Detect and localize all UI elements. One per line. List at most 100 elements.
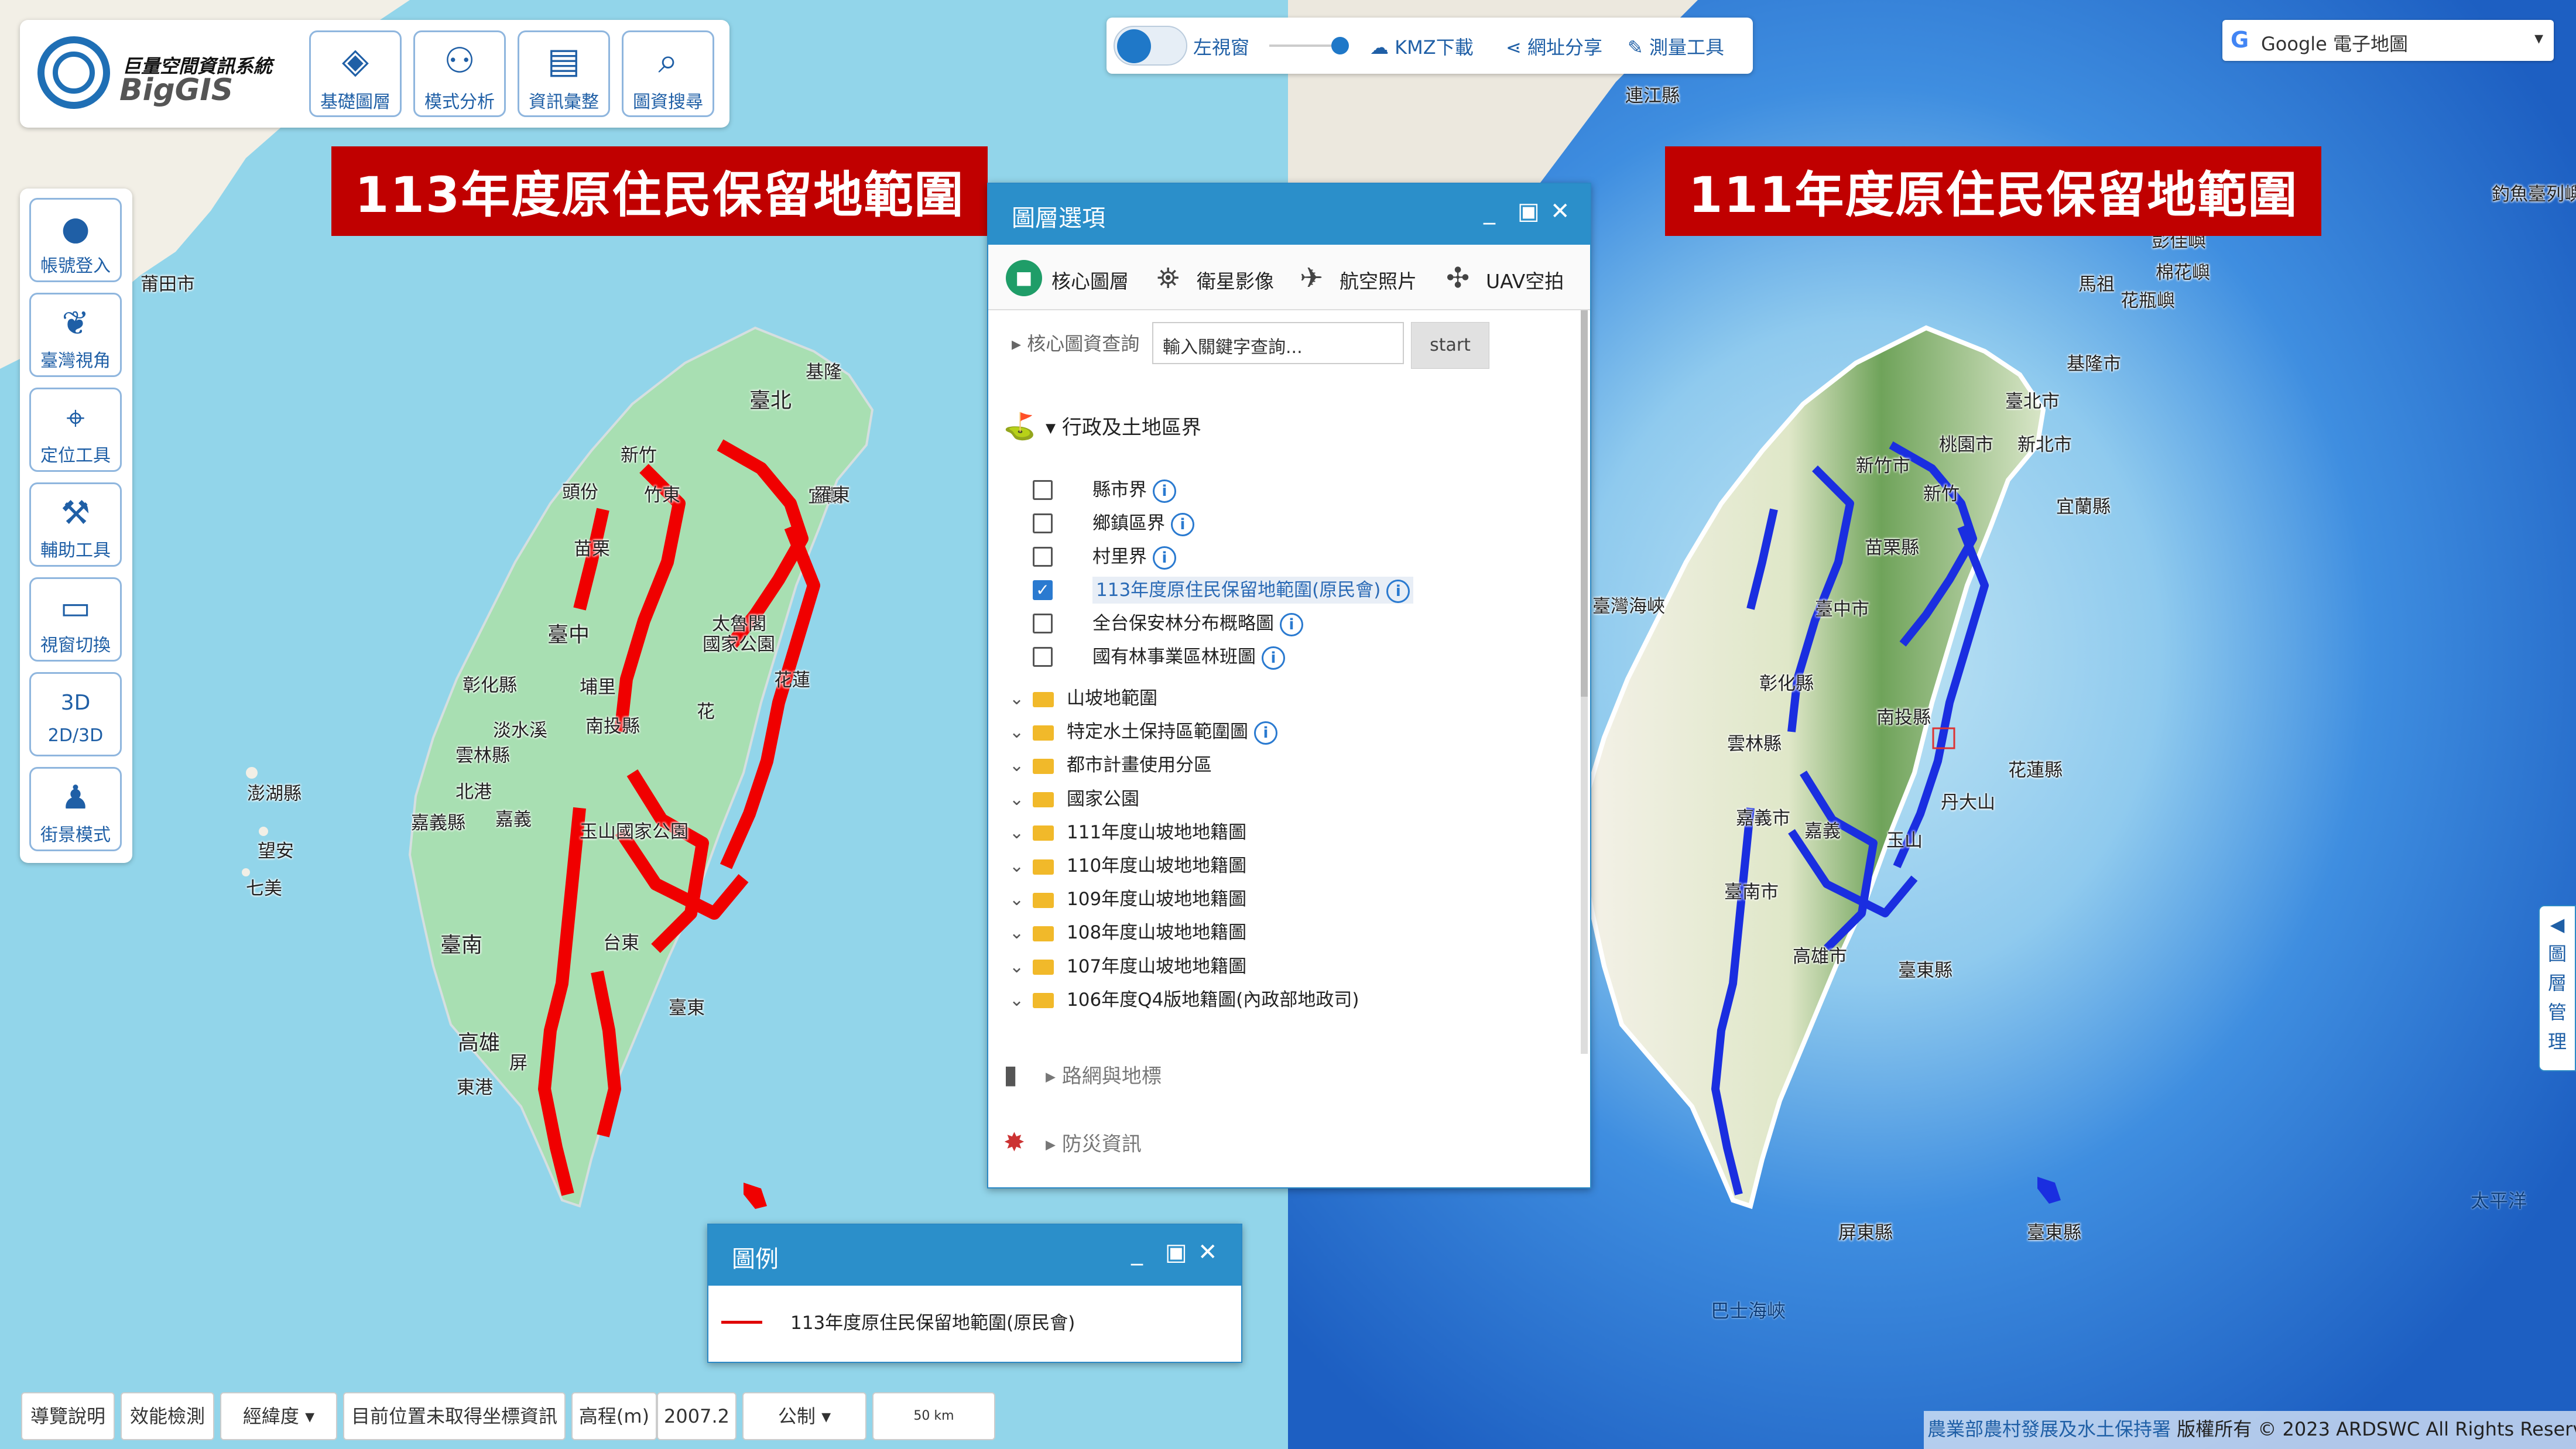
- left-window-toggle[interactable]: [1114, 26, 1187, 66]
- sidebar-item-streetview[interactable]: ♟ 街景模式: [29, 767, 122, 851]
- maximize-icon[interactable]: ▣: [1165, 1239, 1187, 1266]
- layer-item[interactable]: 縣市界 i: [1092, 477, 1176, 503]
- share-url-button[interactable]: ⋖ 網址分享: [1506, 33, 1602, 60]
- core-query-input[interactable]: 輸入關鍵字查詢...: [1152, 322, 1404, 364]
- map-place-label: 棉花嶼: [2156, 262, 2210, 283]
- chevron-down-icon: ⌄: [1009, 822, 1025, 843]
- legend-header[interactable]: 圖例 _ ▣ ✕: [708, 1225, 1241, 1286]
- section-disaster[interactable]: ✸ ▸ 防災資訊: [1003, 1128, 1142, 1163]
- tab-core-layers[interactable]: ◼ 核心圖層: [995, 245, 1142, 310]
- layer-checkbox[interactable]: [1033, 614, 1053, 633]
- search-icon: ⌕: [658, 40, 678, 81]
- opacity-slider[interactable]: [1269, 37, 1349, 54]
- document-icon: ▤: [547, 40, 581, 81]
- layer-item[interactable]: 村里界 i: [1092, 543, 1176, 570]
- layer-item[interactable]: 全台保安林分布概略圖 i: [1092, 610, 1303, 637]
- slider-handle[interactable]: [1331, 37, 1349, 54]
- folder-icon: [1033, 892, 1054, 908]
- map-place-label: 埔里: [580, 677, 616, 698]
- layer-checkbox[interactable]: ✓: [1033, 580, 1053, 600]
- layer-folder[interactable]: ⌄ 108年度山坡地地籍圖: [1009, 919, 1246, 946]
- map-place-label: 太平洋: [2471, 1190, 2527, 1212]
- layer-folder[interactable]: ⌄ 107年度山坡地地籍圖: [1009, 953, 1246, 980]
- layer-checkbox[interactable]: [1033, 547, 1053, 567]
- tab-uav[interactable]: ✣ UAV空拍: [1436, 245, 1582, 310]
- sidebar-item-taiwan-view[interactable]: ❦ 臺灣視角: [29, 293, 122, 377]
- tab-satellite[interactable]: ⛯ 衛星影像: [1146, 245, 1282, 310]
- section-admin-boundaries[interactable]: ⛳ ▾ 行政及土地區界: [1003, 411, 1201, 446]
- layer-folder[interactable]: ⌄ 111年度山坡地地籍圖: [1009, 819, 1246, 846]
- layer-panel-header[interactable]: 圖層選項 _ ▣ ✕: [988, 184, 1590, 245]
- info-icon[interactable]: i: [1386, 579, 1410, 603]
- basemap-select[interactable]: G Google 電子地圖 ▾: [2222, 20, 2554, 61]
- section-road-network[interactable]: ▮ ▸ 路網與地標: [1003, 1060, 1162, 1095]
- map-place-label: 臺北: [749, 389, 792, 413]
- layer-item-label: 全台保安林分布概略圖: [1092, 613, 1274, 634]
- sidebar-item-label: 2D/3D: [47, 725, 104, 746]
- info-summary-button[interactable]: ▤ 資訊彙整: [518, 30, 610, 117]
- performance-check-button[interactable]: 效能檢測: [121, 1392, 214, 1440]
- sidebar-item-login[interactable]: ● 帳號登入: [29, 198, 122, 282]
- layer-checkbox[interactable]: [1033, 513, 1053, 533]
- disaster-icon: ✸: [1003, 1128, 1025, 1157]
- folder-icon: [1033, 926, 1054, 941]
- map-place-label: 桃園市: [1939, 434, 1993, 455]
- layer-management-tab[interactable]: ◀ 圖層管理: [2539, 905, 2576, 1071]
- info-icon[interactable]: i: [1153, 479, 1176, 503]
- map-search-button[interactable]: ⌕ 圖資搜尋: [622, 30, 714, 117]
- map-place-label: 台東: [603, 933, 639, 954]
- close-icon[interactable]: ✕: [1198, 1239, 1218, 1266]
- close-icon[interactable]: ✕: [1550, 198, 1570, 225]
- map-place-label: 羅東: [814, 485, 850, 506]
- folder-label: 110年度山坡地地籍圖: [1067, 855, 1247, 876]
- biggis-logo[interactable]: 巨量空間資訊系統 BigGIS: [32, 28, 301, 122]
- banner-111: 111年度原住民保留地範圍: [1665, 146, 2322, 236]
- layer-folder[interactable]: ⌄ 國家公園: [1009, 786, 1139, 813]
- minimize-icon[interactable]: _: [1484, 198, 1495, 225]
- layer-folder[interactable]: ⌄ 110年度山坡地地籍圖: [1009, 852, 1246, 879]
- agency-link[interactable]: 農業部農村發展及水土保持署: [1927, 1418, 2171, 1440]
- sidebar-item-window-switch[interactable]: ▭ 視窗切換: [29, 577, 122, 662]
- map-place-label: 臺北市: [2005, 391, 2060, 412]
- layer-item-label: 村里界: [1092, 546, 1147, 567]
- map-place-label: 連江縣: [1625, 85, 1680, 107]
- model-analysis-label: 模式分析: [424, 92, 495, 112]
- layer-panel-scrollbar[interactable]: [1581, 310, 1588, 1054]
- info-icon[interactable]: i: [1262, 646, 1285, 670]
- layer-item[interactable]: 鄉鎮區界 i: [1092, 510, 1194, 537]
- sidebar-item-locate[interactable]: ⌖ 定位工具: [29, 388, 122, 472]
- layer-checkbox[interactable]: [1033, 480, 1053, 500]
- sidebar-item-2d3d[interactable]: 3D 2D/3D: [29, 672, 122, 756]
- layer-folder[interactable]: ⌄ 山坡地範圍: [1009, 685, 1157, 712]
- guide-button[interactable]: 導覽說明: [21, 1392, 115, 1440]
- layer-folder[interactable]: ⌄ 106年度Q4版地籍圖(內政部地政司): [1009, 986, 1359, 1013]
- unit-select[interactable]: 公制 ▾: [742, 1392, 866, 1440]
- tab-aerial[interactable]: ✈ 航空照片: [1289, 245, 1424, 310]
- folder-label: 109年度山坡地地籍圖: [1067, 889, 1247, 910]
- scrollbar-thumb[interactable]: [1581, 310, 1588, 697]
- kmz-download-button[interactable]: ☁ KMZ下載: [1370, 33, 1474, 60]
- layer-item[interactable]: 國有林事業區林班圖 i: [1092, 643, 1285, 670]
- info-icon[interactable]: i: [1254, 721, 1277, 745]
- query-start-button[interactable]: start: [1411, 322, 1489, 369]
- coord-select-value: 經緯度: [242, 1405, 299, 1427]
- minimize-icon[interactable]: _: [1131, 1239, 1143, 1266]
- info-icon[interactable]: i: [1171, 512, 1194, 536]
- info-icon[interactable]: i: [1153, 546, 1176, 570]
- layer-folder[interactable]: ⌄ 109年度山坡地地籍圖: [1009, 886, 1246, 913]
- map-place-label: 苗栗: [574, 539, 610, 560]
- model-analysis-button[interactable]: ⚇ 模式分析: [413, 30, 506, 117]
- basic-layers-button[interactable]: ◈ 基礎圖層: [309, 30, 402, 117]
- pin-icon: ⌖: [66, 399, 85, 437]
- sidebar-item-tools[interactable]: ⚒ 輔助工具: [29, 482, 122, 567]
- toggle-knob: [1117, 29, 1151, 63]
- layer-folder[interactable]: ⌄ 特定水土保持區範圍圖 i: [1009, 718, 1277, 745]
- info-icon[interactable]: i: [1280, 612, 1303, 636]
- map-place-label: 東港: [457, 1077, 493, 1098]
- layer-checkbox[interactable]: [1033, 647, 1053, 667]
- layer-item[interactable]: 113年度原住民保留地範圍(原民會) i: [1092, 577, 1414, 604]
- measure-tool-button[interactable]: ✎ 測量工具: [1628, 33, 1724, 60]
- coordinate-system-select[interactable]: 經緯度 ▾: [220, 1392, 337, 1440]
- layer-folder[interactable]: ⌄ 都市計畫使用分區: [1009, 752, 1212, 779]
- maximize-icon[interactable]: ▣: [1517, 198, 1540, 225]
